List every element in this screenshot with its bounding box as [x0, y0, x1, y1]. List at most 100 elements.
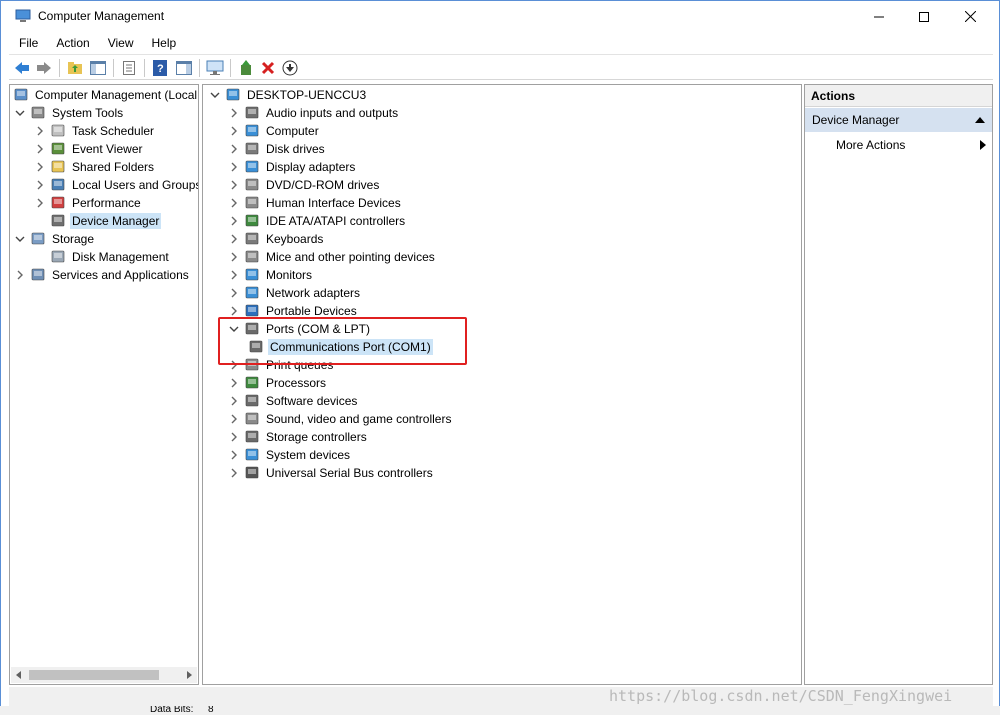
device-category-monitors[interactable]: Monitors — [228, 266, 314, 284]
device-category-dvd-cd-rom-drives[interactable]: DVD/CD-ROM drives — [228, 176, 381, 194]
device-category-disk-drives[interactable]: Disk drives — [228, 140, 327, 158]
device-category-universal-serial-bus-controllers[interactable]: Universal Serial Bus controllers — [228, 464, 435, 482]
device-category-keyboards[interactable]: Keyboards — [228, 230, 325, 248]
chevron-right-icon[interactable] — [228, 431, 240, 443]
tree-item-label: Services and Applications — [52, 268, 189, 282]
scrollbar-thumb[interactable] — [29, 670, 159, 680]
chevron-right-icon[interactable] — [228, 287, 240, 299]
chevron-right-icon[interactable] — [228, 467, 240, 479]
chevron-right-icon[interactable] — [228, 377, 240, 389]
ide-controller-icon — [244, 213, 260, 229]
tree-item-local-users-and-groups[interactable]: Local Users and Groups — [34, 176, 198, 194]
menu-view[interactable]: View — [98, 33, 142, 50]
chevron-down-icon[interactable] — [14, 107, 26, 119]
tree-item-task-scheduler[interactable]: Task Scheduler — [34, 122, 156, 140]
chevron-right-icon[interactable] — [228, 305, 240, 317]
chevron-right-icon[interactable] — [14, 269, 26, 281]
console-tree-pane[interactable]: Computer Management (Local System Tools Ta… — [9, 84, 199, 685]
chevron-right-icon[interactable] — [228, 269, 240, 281]
tree-item-event-viewer[interactable]: Event Viewer — [34, 140, 144, 158]
tree-item-label: Disk Management — [72, 250, 169, 264]
show-hide-tree-icon[interactable] — [89, 59, 107, 77]
more-actions-label: More Actions — [836, 138, 906, 152]
device-label: Sound, video and game controllers — [266, 412, 452, 426]
device-category-sound-video-and-game-controllers[interactable]: Sound, video and game controllers — [228, 410, 453, 428]
tree-item-device-manager[interactable]: Device Manager — [34, 212, 162, 230]
dvd-drive-icon — [244, 177, 260, 193]
tree-item-label: Computer Management (Local — [35, 88, 198, 102]
help-icon[interactable]: ? — [151, 59, 169, 77]
menu-file[interactable]: File — [9, 33, 46, 50]
chevron-right-icon[interactable] — [228, 179, 240, 191]
chevron-right-icon[interactable] — [228, 143, 240, 155]
chevron-right-icon[interactable] — [34, 179, 46, 191]
chevron-right-icon[interactable] — [228, 395, 240, 407]
horizontal-scrollbar[interactable] — [11, 667, 197, 683]
enable-device-icon[interactable] — [281, 59, 299, 77]
chevron-right-icon[interactable] — [228, 107, 240, 119]
forward-arrow-icon[interactable] — [35, 59, 53, 77]
device-tree-pane[interactable]: DESKTOP-UENCCU3 Audio inputs and outputs C… — [202, 84, 802, 685]
chevron-down-icon[interactable] — [14, 233, 26, 245]
device-category-storage-controllers[interactable]: Storage controllers — [228, 428, 369, 446]
tree-item-label: Shared Folders — [72, 160, 155, 174]
tree-item-shared-folders[interactable]: Shared Folders — [34, 158, 156, 176]
device-category-display-adapters[interactable]: Display adapters — [228, 158, 357, 176]
chevron-right-icon[interactable] — [228, 233, 240, 245]
title-bar[interactable]: Computer Management — [1, 1, 999, 32]
tree-item-system-tools[interactable]: System Tools — [14, 104, 125, 122]
device-tree-root[interactable]: DESKTOP-UENCCU3 — [209, 86, 368, 104]
chevron-right-icon[interactable] — [34, 197, 46, 209]
more-actions-item[interactable]: More Actions — [805, 133, 992, 155]
collapse-up-icon[interactable] — [975, 117, 985, 123]
device-tree-root-label: DESKTOP-UENCCU3 — [247, 88, 367, 102]
tree-item-computer-management-local[interactable]: Computer Management (Local — [13, 86, 198, 104]
performance-icon — [50, 195, 66, 211]
chevron-right-icon[interactable] — [34, 143, 46, 155]
action-pane-icon[interactable] — [175, 59, 193, 77]
device-category-human-interface-devices[interactable]: Human Interface Devices — [228, 194, 403, 212]
device-label: Keyboards — [266, 232, 324, 246]
highlight-annotation-box — [218, 317, 467, 365]
device-category-ide-ata-atapi-controllers[interactable]: IDE ATA/ATAPI controllers — [228, 212, 407, 230]
maximize-button[interactable] — [901, 1, 947, 32]
device-label: Human Interface Devices — [266, 196, 401, 210]
properties-icon[interactable] — [120, 59, 138, 77]
minimize-button[interactable] — [856, 1, 902, 32]
menu-action[interactable]: Action — [46, 33, 97, 50]
device-category-computer[interactable]: Computer — [228, 122, 321, 140]
menu-help[interactable]: Help — [142, 33, 185, 50]
device-category-software-devices[interactable]: Software devices — [228, 392, 359, 410]
chevron-right-icon[interactable] — [228, 449, 240, 461]
device-category-processors[interactable]: Processors — [228, 374, 328, 392]
chevron-right-icon[interactable] — [228, 251, 240, 263]
back-arrow-icon[interactable] — [13, 59, 31, 77]
tree-item-disk-management[interactable]: Disk Management — [34, 248, 171, 266]
display-adapter-icon — [244, 159, 260, 175]
chevron-right-icon[interactable] — [228, 413, 240, 425]
actions-section-device-manager[interactable]: Device Manager — [805, 108, 992, 132]
chevron-right-icon[interactable] — [228, 161, 240, 173]
chevron-right-icon[interactable] — [228, 197, 240, 209]
computer-icon — [225, 87, 241, 103]
storage-controller-icon — [244, 429, 260, 445]
chevron-right-icon[interactable] — [228, 215, 240, 227]
chevron-right-icon[interactable] — [34, 161, 46, 173]
device-category-system-devices[interactable]: System devices — [228, 446, 352, 464]
device-category-audio-inputs-and-outputs[interactable]: Audio inputs and outputs — [228, 104, 400, 122]
tree-item-storage[interactable]: Storage — [14, 230, 96, 248]
tree-item-performance[interactable]: Performance — [34, 194, 143, 212]
chevron-down-icon[interactable] — [209, 89, 221, 101]
uninstall-device-icon[interactable] — [259, 59, 277, 77]
up-folder-icon[interactable] — [66, 59, 84, 77]
chevron-right-icon[interactable] — [34, 125, 46, 137]
close-button[interactable] — [947, 1, 993, 32]
scan-hardware-icon[interactable] — [206, 59, 224, 77]
update-driver-icon[interactable] — [237, 59, 255, 77]
device-category-network-adapters[interactable]: Network adapters — [228, 284, 362, 302]
device-category-mice-and-other-pointing-devices[interactable]: Mice and other pointing devices — [228, 248, 437, 266]
chevron-right-icon[interactable] — [228, 125, 240, 137]
tree-item-services-and-applications[interactable]: Services and Applications — [14, 266, 191, 284]
system-tools-icon — [30, 105, 46, 121]
computer-management-window: Computer Management File Action View Help — [0, 0, 1000, 715]
